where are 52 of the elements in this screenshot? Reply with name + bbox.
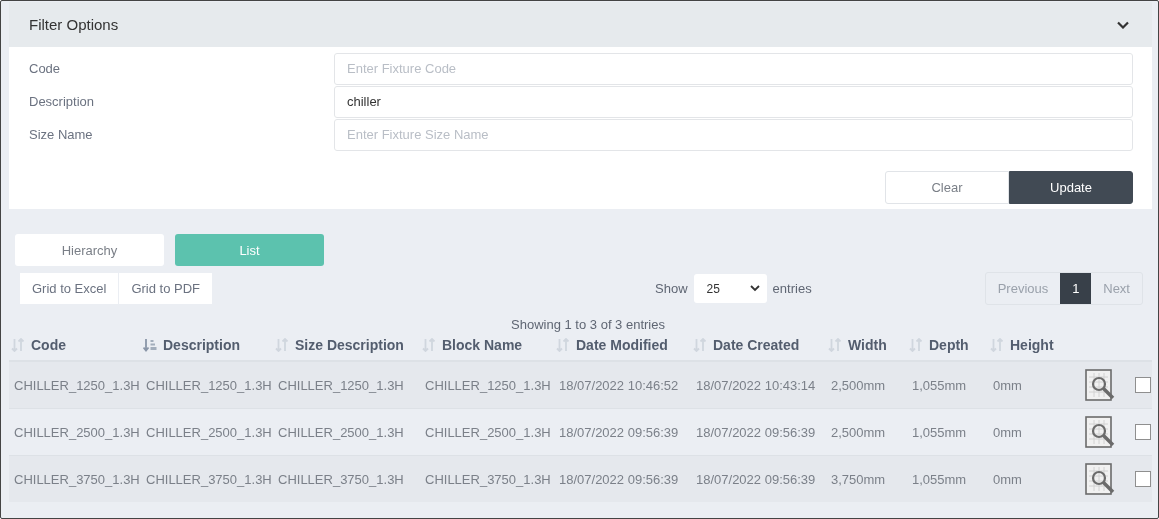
table-cell: 18/07/2022 10:43:14	[691, 361, 826, 409]
clear-button[interactable]: Clear	[885, 171, 1009, 204]
chevron-icon[interactable]	[1117, 20, 1129, 29]
row-checkbox[interactable]	[1135, 424, 1151, 441]
field-label: Size Name	[29, 127, 94, 142]
table-cell: 18/07/2022 09:56:39	[691, 408, 826, 456]
entries-info: Showing 1 to 3 of 3 entries	[510, 316, 666, 332]
table-cell: CHILLER_1250_1.3H	[273, 361, 420, 409]
table-cell: CHILLER_3750_1.3H	[420, 455, 554, 502]
page-button[interactable]: 1	[1060, 273, 1092, 304]
field-label: Code	[29, 61, 62, 76]
entries-label: entries	[772, 281, 812, 296]
table-cell: CHILLER_2500_1.3H	[9, 408, 141, 456]
table-cell: CHILLER_2500_1.3H	[420, 408, 554, 456]
magnifier-icon[interactable]	[1085, 462, 1117, 496]
table-cell: 2,500mm	[826, 408, 907, 456]
table-cell: CHILLER_2500_1.3H	[273, 408, 420, 456]
table-cell: 18/07/2022 10:46:52	[554, 361, 691, 409]
view-toggle[interactable]: Hierarchy	[15, 234, 164, 266]
table-cell: CHILLER_3750_1.3H	[141, 455, 273, 502]
panel-title: Filter Options	[29, 16, 119, 33]
table-cell: 3,750mm	[826, 455, 907, 502]
table-cell: 1,055mm	[907, 455, 988, 502]
export-button[interactable]: Grid to PDF	[119, 273, 213, 304]
magnifier-icon[interactable]	[1085, 415, 1117, 449]
table-cell: 18/07/2022 09:56:39	[554, 455, 691, 502]
table-cell: 18/07/2022 09:56:39	[691, 455, 826, 502]
text-field[interactable]: chiller	[334, 85, 1133, 118]
text-field[interactable]: Enter Fixture Size Name	[334, 118, 1133, 151]
table-cell: CHILLER_1250_1.3H	[9, 361, 141, 409]
table-cell: 1,055mm	[907, 408, 988, 456]
magnifier-icon[interactable]	[1085, 368, 1117, 402]
entries-select[interactable]: 25	[693, 274, 767, 303]
table-cell: CHILLER_1250_1.3H	[141, 361, 273, 409]
table-cell: 0mm	[988, 361, 1080, 409]
table-cell: 2,500mm	[826, 361, 907, 409]
table-cell: 1,055mm	[907, 361, 988, 409]
field-label: Description	[29, 94, 96, 109]
table-cell: CHILLER_3750_1.3H	[273, 455, 420, 502]
table-cell: 0mm	[988, 408, 1080, 456]
row-checkbox[interactable]	[1135, 471, 1151, 488]
caret-icon	[749, 285, 760, 292]
table-cell: CHILLER_1250_1.3H	[420, 361, 554, 409]
table-cell: CHILLER_2500_1.3H	[141, 408, 273, 456]
export-button[interactable]: Grid to Excel	[20, 273, 119, 304]
show-label: Show	[655, 281, 688, 296]
text-field[interactable]: Enter Fixture Code	[334, 52, 1133, 85]
table-cell: CHILLER_3750_1.3H	[9, 455, 141, 502]
table-cell: 18/07/2022 09:56:39	[554, 408, 691, 456]
row-checkbox[interactable]	[1135, 377, 1151, 394]
table-cell: 0mm	[988, 455, 1080, 502]
update-button[interactable]: Update	[1009, 171, 1133, 204]
